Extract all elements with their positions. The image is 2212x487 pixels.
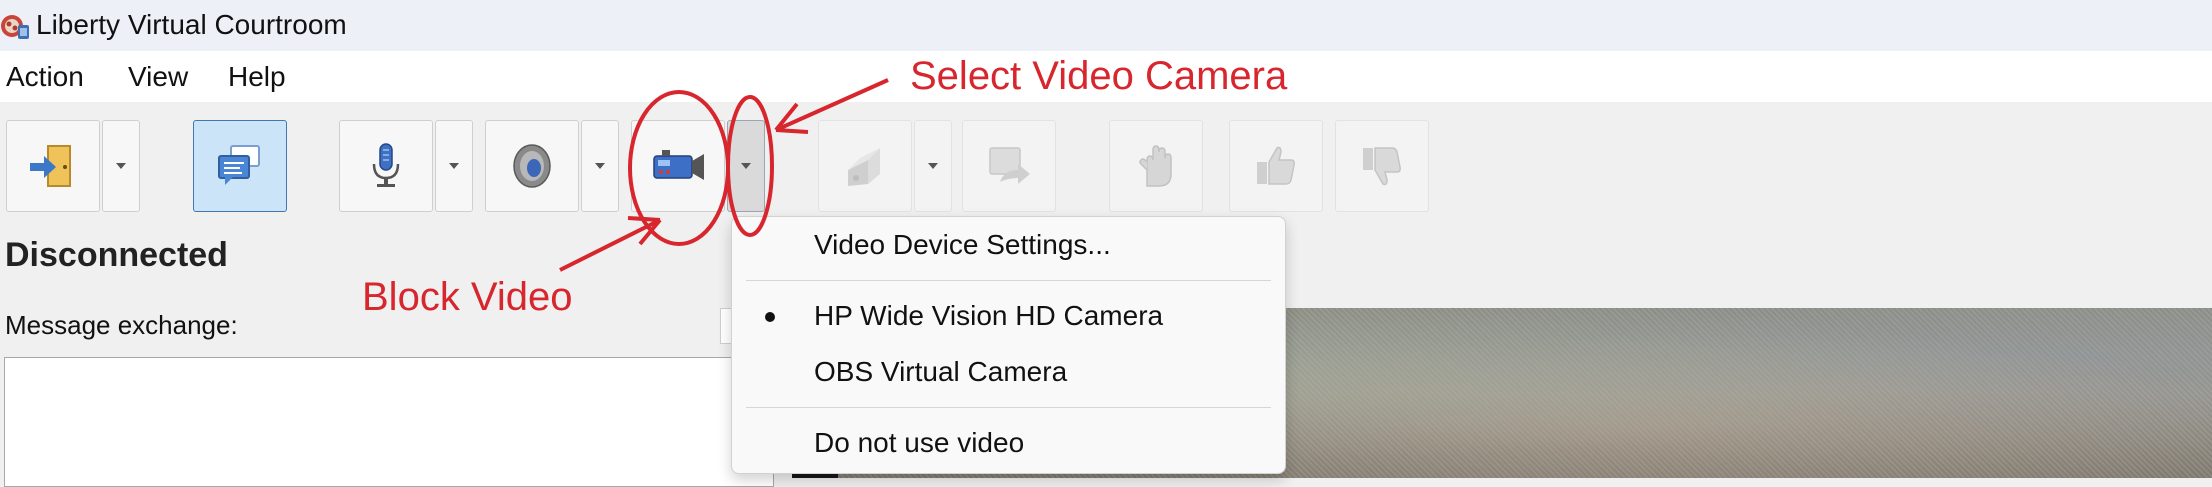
toolbar bbox=[0, 102, 2212, 220]
chevron-down-icon bbox=[116, 163, 126, 169]
chat-button[interactable] bbox=[193, 120, 287, 212]
annotation-block-video: Block Video bbox=[362, 275, 573, 319]
thumbs-up-button[interactable] bbox=[1229, 120, 1323, 212]
raise-hand-icon bbox=[1139, 145, 1172, 187]
chevron-down-icon bbox=[741, 163, 751, 169]
annotation-select-video-camera: Select Video Camera bbox=[910, 54, 1288, 98]
video-device-settings-item[interactable]: Video Device Settings... bbox=[814, 229, 1111, 261]
camera-option-hp-wide-vision[interactable]: HP Wide Vision HD Camera bbox=[814, 300, 1163, 332]
menu-help[interactable]: Help bbox=[228, 61, 286, 93]
title-bar: Liberty Virtual Courtroom bbox=[0, 0, 2212, 51]
forward-button[interactable] bbox=[962, 120, 1056, 212]
menu-action[interactable]: Action bbox=[6, 61, 84, 93]
do-not-use-video-item[interactable]: Do not use video bbox=[814, 427, 1024, 459]
video-camera-button[interactable] bbox=[631, 120, 725, 212]
leave-dropdown-button[interactable] bbox=[102, 120, 140, 212]
microphone-dropdown-button[interactable] bbox=[435, 120, 473, 212]
chat-icon bbox=[218, 145, 260, 185]
video-device-menu: Video Device Settings... HP Wide Vision … bbox=[731, 216, 1286, 474]
message-exchange-area[interactable] bbox=[4, 357, 774, 487]
share-screen-icon bbox=[848, 148, 880, 186]
leave-button[interactable] bbox=[6, 120, 100, 212]
menu-view[interactable]: View bbox=[128, 61, 188, 93]
raise-hand-button[interactable] bbox=[1109, 120, 1203, 212]
video-camera-icon bbox=[653, 150, 704, 180]
chevron-down-icon bbox=[595, 163, 605, 169]
message-exchange-label: Message exchange: bbox=[5, 310, 238, 340]
microphone-button[interactable] bbox=[339, 120, 433, 212]
microphone-icon bbox=[372, 143, 400, 187]
share-screen-button[interactable] bbox=[818, 120, 912, 212]
thumbs-down-button[interactable] bbox=[1335, 120, 1429, 212]
annotation-arrow-block bbox=[559, 216, 662, 272]
exit-door-icon bbox=[30, 145, 71, 187]
connection-status: Disconnected bbox=[5, 236, 228, 274]
app-title: Liberty Virtual Courtroom bbox=[36, 9, 347, 40]
courtroom-app-icon bbox=[1, 15, 29, 39]
forward-icon bbox=[989, 147, 1030, 184]
speaker-button[interactable] bbox=[485, 120, 579, 212]
chevron-down-icon bbox=[449, 163, 459, 169]
share-screen-dropdown-button[interactable] bbox=[914, 120, 952, 212]
menu-separator bbox=[746, 280, 1271, 281]
camera-option-obs-virtual[interactable]: OBS Virtual Camera bbox=[814, 356, 1067, 388]
chevron-down-icon bbox=[928, 163, 938, 169]
menu-separator bbox=[746, 407, 1271, 408]
thumbs-up-icon bbox=[1257, 146, 1295, 185]
selected-bullet-icon bbox=[765, 312, 775, 322]
video-camera-dropdown-button[interactable] bbox=[727, 120, 765, 212]
speaker-dropdown-button[interactable] bbox=[581, 120, 619, 212]
speaker-icon bbox=[513, 144, 551, 188]
thumbs-down-icon bbox=[1363, 147, 1401, 186]
